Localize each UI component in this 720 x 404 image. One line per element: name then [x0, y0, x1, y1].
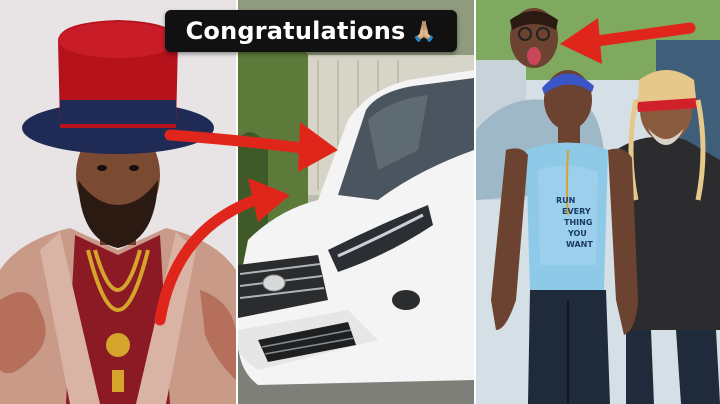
caption-banner: Congratulations 🙏🏼	[165, 10, 457, 52]
shirt-text-1: RUN	[556, 196, 575, 205]
shirt-text-4: YOU	[567, 229, 587, 238]
shirt-text-5: WANT	[566, 240, 593, 249]
thumbnail-collage: RUN EVERY THING YOU WANT Congratulations…	[0, 0, 720, 404]
panel-man-top-hat	[0, 0, 236, 404]
man-top-hat-illustration	[0, 0, 236, 404]
panel-white-suv	[238, 0, 474, 404]
caption-text: Congratulations	[185, 17, 406, 45]
three-men-illustration: RUN EVERY THING YOU WANT	[476, 0, 720, 404]
shirt-text-2: EVERY	[562, 207, 591, 216]
panel-three-men: RUN EVERY THING YOU WANT	[476, 0, 720, 404]
praying-hands-icon: 🙏🏼	[411, 20, 437, 43]
toyota-logo	[262, 274, 286, 292]
white-suv-illustration	[238, 0, 474, 404]
shirt-text-3: THING	[564, 218, 592, 227]
